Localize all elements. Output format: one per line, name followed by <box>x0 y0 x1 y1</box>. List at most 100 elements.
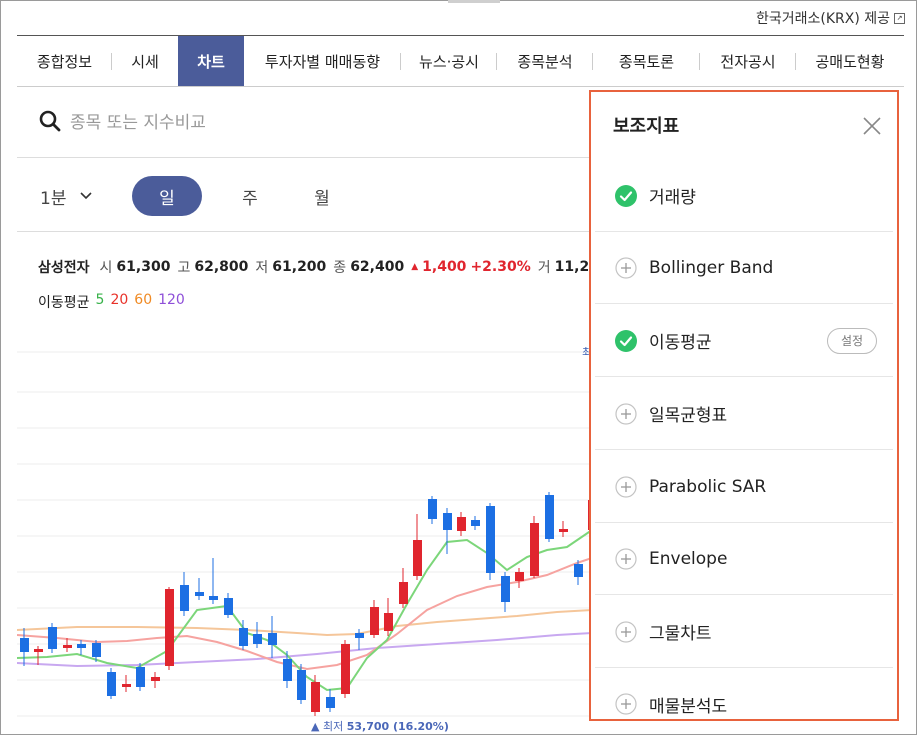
period-week-button[interactable]: 주 <box>227 184 273 209</box>
plus-icon <box>615 256 637 279</box>
period-day-button[interactable]: 일 <box>132 176 202 216</box>
candle <box>559 529 568 532</box>
candle <box>122 684 131 687</box>
ma-label: 이동평균 <box>38 295 90 311</box>
candle <box>355 633 364 638</box>
indicator-label: 그물차트 <box>649 624 712 644</box>
plus-icon <box>615 693 637 715</box>
close-label: 종 <box>333 260 347 276</box>
candle <box>486 506 495 573</box>
high-value: 62,800 <box>194 259 249 275</box>
provider-text: 한국거래소(KRX) 제공 <box>755 11 890 27</box>
tab-overview[interactable]: 종합정보 <box>17 36 112 86</box>
candle <box>253 634 262 644</box>
indicator-label: Envelope <box>649 548 728 569</box>
low-annotation-label: ▲ 최저 <box>311 720 347 733</box>
candle <box>443 513 452 530</box>
low-annotation-value: 53,700 (16.20%) <box>347 720 449 733</box>
plus-icon <box>615 547 637 570</box>
candle <box>165 589 174 666</box>
divider <box>17 157 592 158</box>
open-value: 61,300 <box>116 259 171 275</box>
candle <box>384 613 393 631</box>
divider <box>17 231 592 232</box>
candle <box>151 677 160 681</box>
indicator-bollinger-band[interactable]: Bollinger Band <box>595 232 893 304</box>
candle <box>34 649 43 652</box>
tab-disclosure[interactable]: 전자공시 <box>700 36 796 86</box>
indicator-volume-profile[interactable]: 매물분석도 <box>595 668 893 719</box>
candle <box>545 495 554 539</box>
minute-label: 1분 <box>40 188 67 209</box>
tab-chart[interactable]: 차트 <box>178 36 244 86</box>
external-link-icon: ↗ <box>894 12 905 24</box>
candle <box>501 576 510 602</box>
open-label: 시 <box>99 260 113 276</box>
candle <box>341 644 350 694</box>
close-value: 62,400 <box>350 259 405 275</box>
tab-short-selling[interactable]: 공매도현황 <box>796 36 904 86</box>
candle <box>530 523 539 576</box>
indicator-net-chart[interactable]: 그물차트 <box>595 596 893 668</box>
indicator-parabolic-sar[interactable]: Parabolic SAR <box>595 451 893 523</box>
ma-60: 60 <box>134 292 153 308</box>
indicator-panel: 보조지표 거래량 Bollinger Band 이동평균 설정 일목균형표 Pa… <box>589 90 899 721</box>
check-icon <box>615 184 637 207</box>
candle <box>239 628 248 646</box>
candle <box>107 672 116 696</box>
low-label: 저 <box>255 260 269 276</box>
candle <box>311 682 320 712</box>
change-percent: +2.30% <box>470 259 531 275</box>
indicator-ichimoku[interactable]: 일목균형표 <box>595 378 893 450</box>
ma-20: 20 <box>110 292 129 308</box>
indicator-label: 이동평균 <box>649 333 712 353</box>
search-box[interactable]: 종목 또는 지수비교 <box>38 108 206 133</box>
tab-discussion[interactable]: 종목토론 <box>593 36 700 86</box>
candle <box>370 607 379 635</box>
candlestick-chart[interactable]: 최 ▲ 최저 53,700 (16.20%) <box>17 320 592 735</box>
indicator-label: 매물분석도 <box>649 696 728 717</box>
ma20-line <box>17 557 592 671</box>
high-label: 고 <box>177 260 191 276</box>
low-annotation: ▲ 최저 53,700 (16.20%) <box>311 720 449 733</box>
candle <box>326 697 335 708</box>
search-input[interactable]: 종목 또는 지수비교 <box>70 108 206 133</box>
candle <box>20 638 29 652</box>
tab-analysis[interactable]: 종목분석 <box>497 36 593 86</box>
ma-120: 120 <box>158 292 185 308</box>
tab-news[interactable]: 뉴스·공시 <box>401 36 497 86</box>
chevron-down-icon <box>80 192 93 200</box>
main-tabs: 종합정보 시세 차트 투자자별 매매동향 뉴스·공시 종목분석 종목토론 전자공… <box>17 35 904 87</box>
candle <box>48 627 57 649</box>
moving-average-legend: 이동평균 5 20 60 120 <box>38 292 185 312</box>
low-value: 61,200 <box>272 259 327 275</box>
indicator-moving-average[interactable]: 이동평균 설정 <box>595 305 893 377</box>
indicator-envelope[interactable]: Envelope <box>595 523 893 595</box>
ma60-line <box>17 609 592 637</box>
top-handle <box>448 0 500 3</box>
minute-dropdown[interactable]: 1분 <box>40 184 132 209</box>
volume-label: 거 <box>537 260 551 276</box>
candle <box>297 670 306 700</box>
search-icon <box>39 110 61 131</box>
quote-summary: 삼성전자 시 61,300 고 62,800 저 61,200 종 62,400… <box>38 257 591 277</box>
candle <box>399 582 408 604</box>
moving-average-settings-button[interactable]: 설정 <box>827 327 877 354</box>
indicator-volume[interactable]: 거래량 <box>595 160 893 232</box>
period-selector: 1분 일 주 월 <box>40 176 345 216</box>
plus-icon <box>615 475 637 498</box>
close-icon[interactable] <box>861 115 883 137</box>
period-month-button[interactable]: 월 <box>299 184 345 209</box>
volume-value: 11,291,1 <box>554 259 591 275</box>
candle <box>413 540 422 576</box>
data-provider[interactable]: 한국거래소(KRX) 제공 ↗ <box>756 8 905 28</box>
tab-investor-trading[interactable]: 투자자별 매매동향 <box>244 36 401 86</box>
check-icon <box>615 329 637 352</box>
candle <box>574 564 583 577</box>
indicator-label: Bollinger Band <box>649 257 774 278</box>
stock-name: 삼성전자 <box>38 260 90 276</box>
indicator-label: Parabolic SAR <box>649 476 767 497</box>
tab-price[interactable]: 시세 <box>112 36 178 86</box>
candle <box>77 644 86 648</box>
candle <box>515 572 524 581</box>
